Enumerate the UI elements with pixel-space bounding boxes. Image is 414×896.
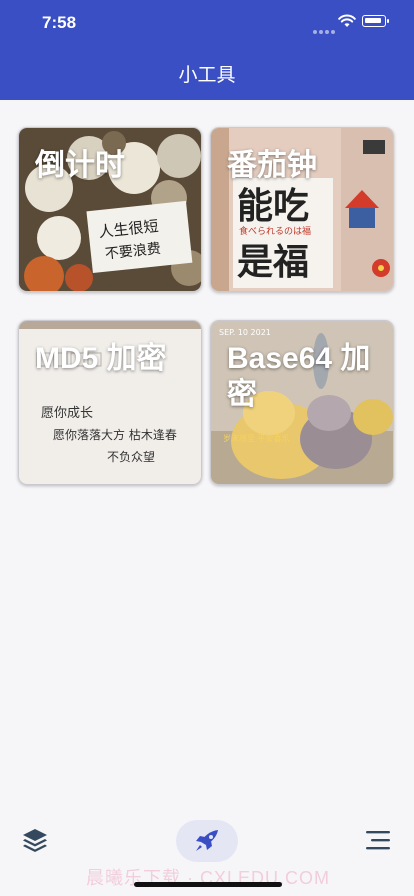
wifi-icon bbox=[338, 14, 356, 27]
rocket-nav-button[interactable] bbox=[176, 820, 238, 862]
pomodoro-card[interactable]: 能吃 食べられるのは福 是福 番茄钟 bbox=[210, 127, 394, 292]
sign-subtext: 食べられるのは福 bbox=[239, 225, 311, 237]
sign-text-line2: 是福 bbox=[237, 242, 309, 283]
menu-icon[interactable] bbox=[366, 830, 390, 850]
card-label: 倒计时 bbox=[35, 149, 125, 182]
status-time: 7:58 bbox=[42, 13, 77, 32]
base64-card[interactable]: SEP. 10 2021 岁末将至 平安喜乐 Base64 加密 bbox=[210, 320, 394, 485]
page-title: 小工具 bbox=[178, 65, 236, 86]
date-stamp: SEP. 10 2021 bbox=[219, 328, 271, 337]
app-header: 7:58 小工具 bbox=[0, 0, 414, 100]
home-indicator bbox=[134, 882, 282, 887]
bottom-nav: 晨曦乐下载 · CXLEDU.COM bbox=[0, 800, 414, 896]
note-text-line1: 愿你成长 bbox=[41, 406, 93, 421]
note-text-line3: 不负众望 bbox=[107, 450, 155, 464]
countdown-card[interactable]: 人生很短 不要浪费 倒计时 bbox=[18, 127, 202, 292]
signal-icon bbox=[313, 21, 337, 34]
md5-card[interactable]: 愿你成长 愿你落落大方 枯木逢春 不负众望 MD5 加密 bbox=[18, 320, 202, 485]
card-label: MD5 加密 bbox=[35, 342, 167, 375]
sign-text-line1: 能吃 bbox=[237, 186, 309, 227]
note-text-line2: 愿你落落大方 枯木逢春 bbox=[53, 427, 177, 442]
card-label: Base64 加密 bbox=[227, 342, 371, 411]
rocket-icon bbox=[196, 830, 218, 851]
battery-icon bbox=[362, 15, 389, 27]
layers-icon[interactable] bbox=[21, 826, 49, 854]
card-label: 番茄钟 bbox=[227, 149, 317, 182]
photo-caption: 岁末将至 平安喜乐 bbox=[223, 433, 290, 443]
